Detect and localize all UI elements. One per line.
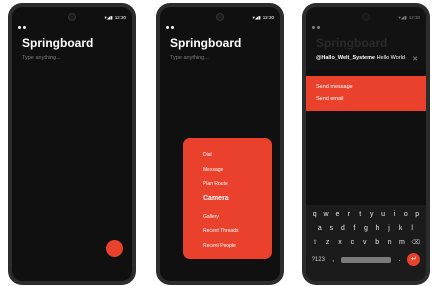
notification-dots-icon xyxy=(18,16,28,34)
search-input[interactable]: Type anything... xyxy=(22,55,61,61)
search-input[interactable]: Type anything... xyxy=(170,55,209,61)
floating-action-button[interactable] xyxy=(106,240,123,257)
backspace-icon[interactable]: ⌫ xyxy=(411,239,419,246)
status-bar: ▾◢▮12:30 xyxy=(166,14,274,29)
key[interactable]: a xyxy=(317,225,323,232)
period-key[interactable]: . xyxy=(396,256,402,263)
key[interactable]: e xyxy=(334,211,340,218)
key[interactable]: o xyxy=(403,211,409,218)
comma-key[interactable]: , xyxy=(330,256,336,263)
key[interactable]: s xyxy=(328,225,334,232)
key[interactable]: b xyxy=(374,239,380,246)
key[interactable]: i xyxy=(391,211,397,218)
key[interactable]: m xyxy=(399,239,405,246)
keyboard-row-2: a s d f g h j k l xyxy=(314,223,418,234)
phone-compose: ▾◢▮12:30 Springboard @Hallo_Welt_Systeme… xyxy=(302,3,430,285)
key[interactable]: u xyxy=(380,211,386,218)
action-menu: Dial Message Plan Route Camera Gallery R… xyxy=(183,138,272,259)
enter-icon[interactable]: ↵ xyxy=(407,253,421,266)
key[interactable]: r xyxy=(346,211,352,218)
key[interactable]: p xyxy=(414,211,420,218)
key[interactable]: y xyxy=(369,211,375,218)
shift-icon[interactable]: ⇧ xyxy=(312,239,318,246)
keyboard-row-1: q w e r t y u i o p xyxy=(309,209,423,220)
send-email-action[interactable]: Send email xyxy=(316,96,344,102)
menu-item-message[interactable]: Message xyxy=(203,167,223,173)
signal-battery-icon: ▾◢▮ xyxy=(104,15,113,20)
keyboard-row-3: ⇧ z x c v b n m ⌫ xyxy=(309,237,423,248)
mention-text: @Hallo_Welt_Systeme xyxy=(316,55,376,61)
key[interactable]: g xyxy=(363,225,369,232)
phone-menu: ▾◢▮ 12:30 Springboard Type anything... Di… xyxy=(156,3,284,285)
key[interactable]: c xyxy=(349,239,355,246)
key[interactable]: v xyxy=(362,239,368,246)
key[interactable]: k xyxy=(398,225,404,232)
phone-home: ▾◢▮ 12:30 Springboard Type anything... xyxy=(8,3,136,285)
menu-item-camera[interactable]: Camera xyxy=(203,195,229,202)
notification-dots-icon xyxy=(166,16,176,34)
signal-battery-icon: ▾◢▮ xyxy=(252,15,261,20)
menu-item-plan-route[interactable]: Plan Route xyxy=(203,181,228,187)
key[interactable]: l xyxy=(409,225,415,232)
keyboard: q w e r t y u i o p a s d f g h j k l ⇧ … xyxy=(306,205,426,281)
menu-item-gallery[interactable]: Gallery xyxy=(203,214,219,220)
key[interactable]: z xyxy=(325,239,331,246)
app-title: Springboard xyxy=(170,36,242,50)
space-bar[interactable] xyxy=(341,256,392,263)
key[interactable]: t xyxy=(357,211,363,218)
menu-item-recent-people[interactable]: Recent People xyxy=(203,243,236,249)
symbols-key[interactable]: ?123 xyxy=(312,257,325,263)
screen: ▾◢▮ 12:30 Springboard Type anything... xyxy=(12,7,132,281)
close-icon[interactable]: ✕ xyxy=(412,55,418,63)
app-title: Springboard xyxy=(22,36,94,50)
key[interactable]: h xyxy=(375,225,381,232)
key[interactable]: j xyxy=(386,225,392,232)
key[interactable]: x xyxy=(337,239,343,246)
status-time: 12:30 xyxy=(262,15,274,20)
menu-item-recent-threads[interactable]: Recent Threads xyxy=(203,228,238,234)
key[interactable]: d xyxy=(340,225,346,232)
key[interactable]: q xyxy=(312,211,318,218)
key[interactable]: w xyxy=(323,211,329,218)
menu-item-dial[interactable]: Dial xyxy=(203,152,212,158)
status-bar: ▾◢▮12:30 xyxy=(18,14,126,29)
suggested-actions: Send message Send email xyxy=(306,76,426,111)
screen: ▾◢▮ 12:30 Springboard Type anything... Di… xyxy=(160,7,280,281)
message-text: Hello World xyxy=(375,55,405,61)
keyboard-row-4: ?123 , . ↵ xyxy=(309,253,423,266)
send-message-action[interactable]: Send message xyxy=(316,84,353,90)
status-time: 12:30 xyxy=(114,15,126,20)
screen: ▾◢▮12:30 Springboard @Hallo_Welt_Systeme… xyxy=(306,7,426,281)
compose-input[interactable]: @Hallo_Welt_Systeme Hello World xyxy=(316,54,412,62)
key[interactable]: f xyxy=(351,225,357,232)
key[interactable]: n xyxy=(387,239,393,246)
